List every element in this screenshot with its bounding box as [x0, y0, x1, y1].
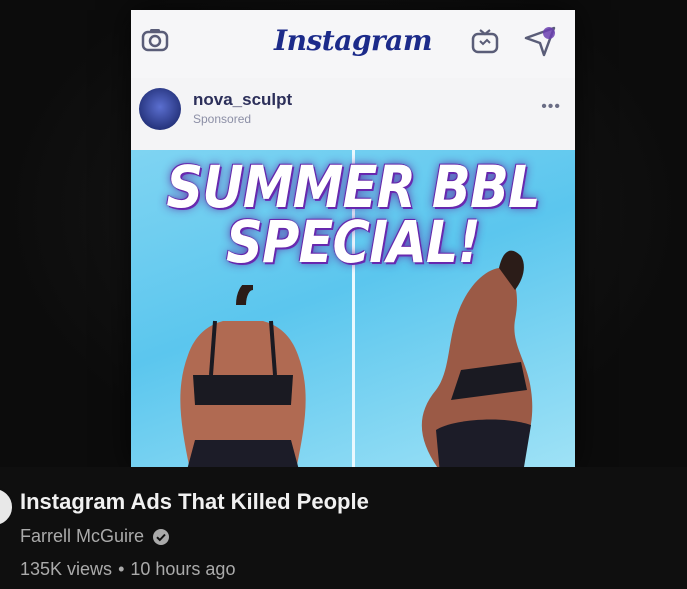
send-icon: [524, 26, 556, 57]
headline-line-1: SUMMER BBL: [166, 153, 540, 221]
stats-separator: •: [118, 559, 125, 579]
channel-name[interactable]: Farrell McGuire: [20, 526, 144, 547]
headline-line-2: SPECIAL!: [226, 208, 481, 277]
ad-headline: SUMMER BBL SPECIAL!: [131, 153, 575, 277]
instagram-header: Instagram: [131, 10, 575, 78]
upload-age: 10 hours ago: [130, 559, 236, 579]
account-avatar: [139, 88, 181, 130]
video-stats: 135K views • 10 hours ago: [20, 559, 235, 580]
instagram-logo: Instagram: [274, 24, 432, 57]
view-count: 135K views: [20, 559, 113, 579]
video-meta: Instagram Ads That Killed People Farrell…: [0, 467, 687, 589]
channel-avatar[interactable]: [0, 487, 14, 527]
account-handle: nova_sculpt: [193, 90, 293, 109]
post-header: nova_sculpt Sponsored •••: [131, 78, 575, 150]
igtv-icon: [471, 29, 499, 54]
figure-side-view: [421, 250, 533, 467]
more-icon: •••: [541, 98, 561, 115]
video-thumbnail[interactable]: Instagram nova_sculpt Sponsored ••• SUMM…: [0, 0, 687, 467]
verified-icon: [153, 528, 170, 545]
sponsored-label: Sponsored: [193, 112, 252, 126]
figure-back-view: [180, 285, 306, 467]
video-title[interactable]: Instagram Ads That Killed People: [20, 489, 369, 515]
channel-row[interactable]: Farrell McGuire: [20, 526, 170, 547]
ad-image: SUMMER BBL SPECIAL!: [131, 150, 575, 467]
instagram-screenshot: Instagram nova_sculpt Sponsored ••• SUMM…: [131, 10, 575, 467]
